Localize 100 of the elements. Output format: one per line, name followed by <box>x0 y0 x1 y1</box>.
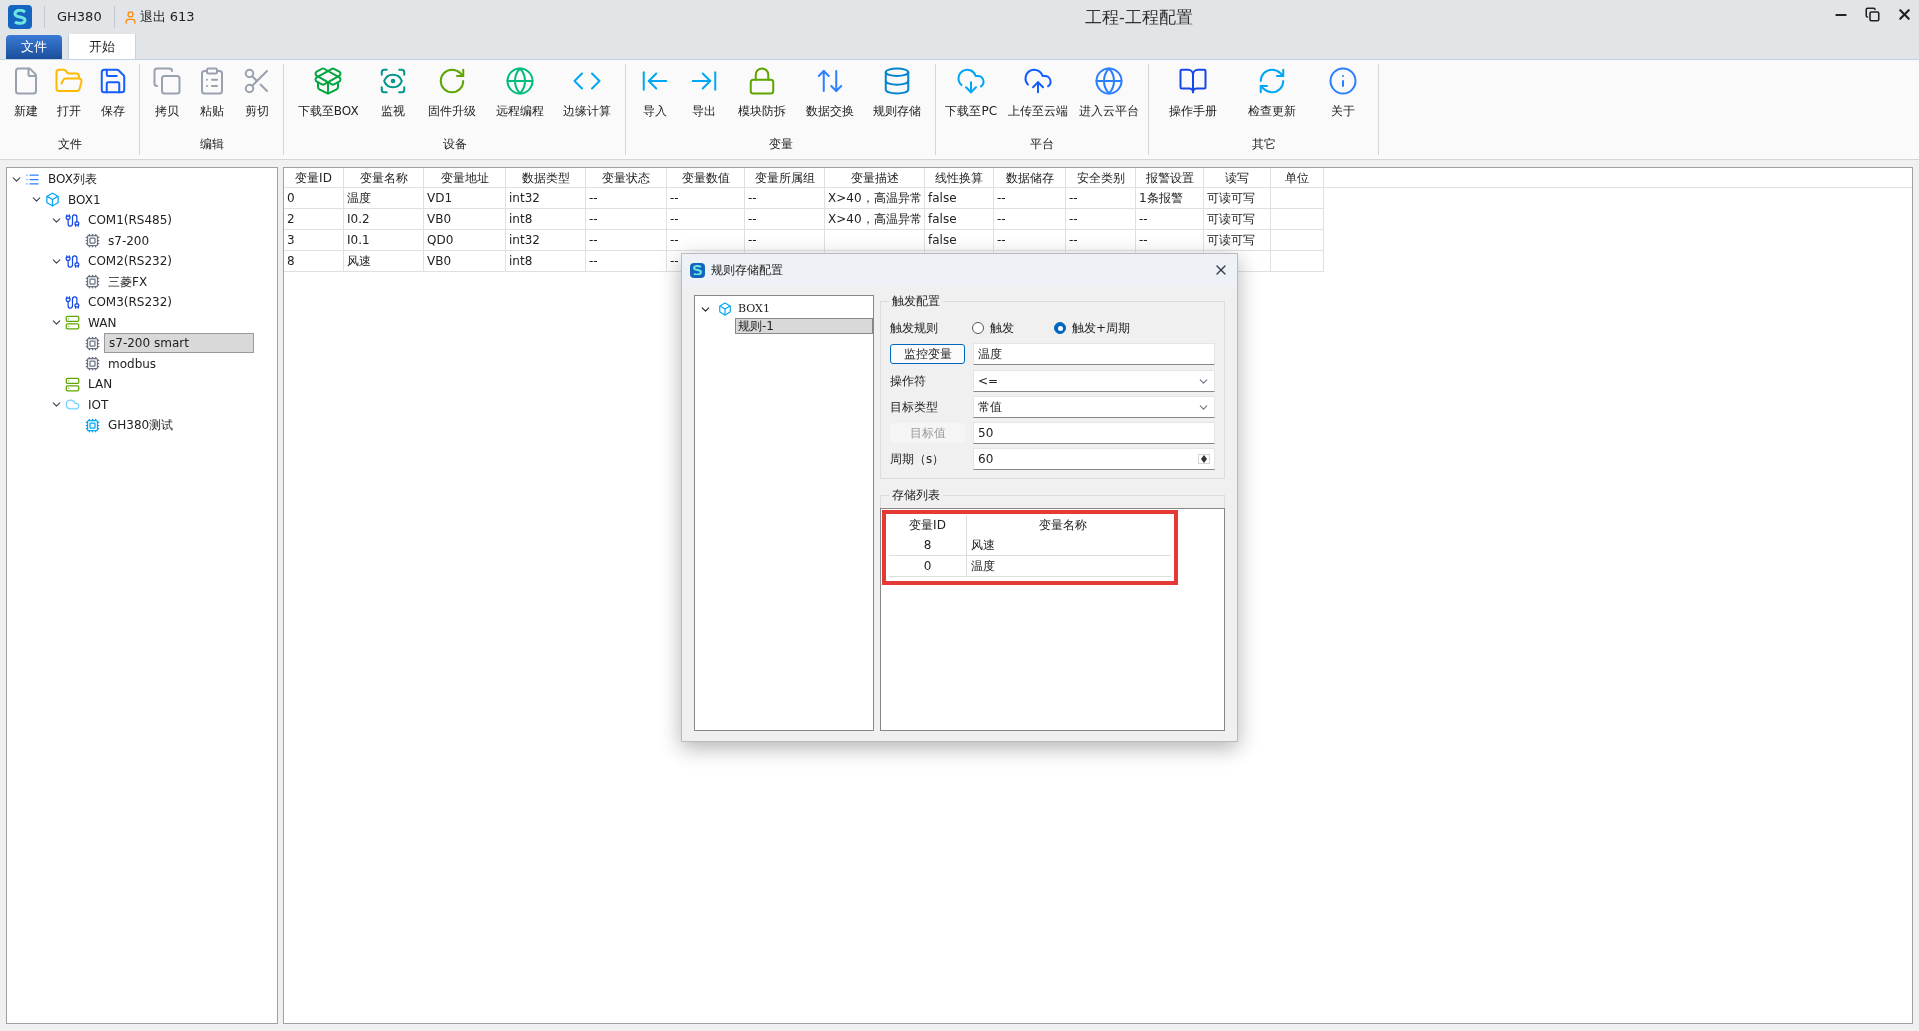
restore-icon[interactable] <box>1865 7 1880 22</box>
ribbon-button[interactable]: 粘贴 <box>194 64 229 135</box>
ribbon-button[interactable]: 上传至云端 <box>1005 64 1070 135</box>
ribbon-button[interactable]: 下载至PC <box>943 64 999 135</box>
tree-item[interactable]: 规则-1 <box>735 318 873 334</box>
table-cell: I0.1 <box>347 233 370 247</box>
field-label: 周期（s） <box>890 451 946 468</box>
column-header[interactable]: 单位 <box>1271 168 1324 187</box>
operator-dropdown[interactable]: <= <box>973 370 1215 392</box>
cloud-icon <box>65 397 80 413</box>
ribbon-button[interactable]: 保存 <box>96 64 131 135</box>
table-cell: -- <box>1139 233 1148 247</box>
table-cell: 温度 <box>347 191 371 205</box>
ribbon-button[interactable]: 剪切 <box>239 64 274 135</box>
group-title: 触发配置 <box>889 293 943 309</box>
column-header[interactable]: 变量名称 <box>967 515 1159 535</box>
monitor-variable-button[interactable]: 监控变量 <box>890 344 965 364</box>
ribbon-button[interactable]: 固件升级 <box>425 64 478 135</box>
table-cell: 可读可写 <box>1207 212 1255 226</box>
column-header[interactable]: 数据储存 <box>994 168 1066 187</box>
ribbon-button[interactable]: 规则存储 <box>871 64 924 135</box>
tree-item[interactable]: GH380测试 <box>104 416 178 435</box>
field-label: 操作符 <box>890 373 927 390</box>
ribbon-tab[interactable]: 文件 <box>6 35 62 59</box>
table-cell: 风速 <box>971 538 995 552</box>
column-header[interactable]: 数据类型 <box>506 168 586 187</box>
table-cell: -- <box>748 191 757 205</box>
globe-icon <box>504 66 535 96</box>
tree-item[interactable]: IOT <box>84 395 113 414</box>
table-cell: 0 <box>287 191 295 205</box>
close-icon[interactable] <box>1896 6 1913 23</box>
column-header[interactable]: 报警设置 <box>1136 168 1204 187</box>
table-cell: -- <box>589 212 598 226</box>
radio-option[interactable]: 触发+周期 <box>1054 319 1131 337</box>
column-header[interactable]: 读写 <box>1204 168 1271 187</box>
monitor-variable-field[interactable]: 温度 <box>973 343 1215 365</box>
table-cell: VD1 <box>427 191 453 205</box>
ribbon-button[interactable]: 模块防拆 <box>736 64 789 135</box>
tree-item[interactable]: BOX1 <box>738 300 770 318</box>
period-spinbox[interactable]: 60 <box>973 448 1215 470</box>
group-label: 设备 <box>441 136 468 153</box>
column-header[interactable]: 变量ID <box>889 515 967 535</box>
group-label: 其它 <box>1250 136 1277 153</box>
group-label: 文件 <box>56 136 83 153</box>
ribbon-button[interactable]: 监视 <box>376 64 411 135</box>
table-cell: -- <box>670 212 679 226</box>
table-cell: QD0 <box>427 233 454 247</box>
group-label: 平台 <box>1029 136 1055 153</box>
radio-option[interactable]: 触发 <box>972 319 1054 337</box>
tree-item[interactable]: BOX1 <box>64 190 105 209</box>
field-label: 触发规则 <box>890 320 939 337</box>
ribbon-button[interactable]: 边缘计算 <box>561 64 614 135</box>
tree-item[interactable]: modbus <box>104 354 161 373</box>
column-header[interactable]: 变量数值 <box>667 168 745 187</box>
column-header[interactable]: 安全类别 <box>1066 168 1136 187</box>
device-icon <box>85 274 100 290</box>
tree-item[interactable]: COM2(RS232) <box>84 252 177 271</box>
ribbon-button[interactable]: 导入 <box>637 64 672 135</box>
column-header[interactable]: 变量描述 <box>825 168 925 187</box>
column-header[interactable]: 变量所属组 <box>745 168 825 187</box>
tree-item[interactable]: s7-200 smart <box>104 333 254 354</box>
ribbon-button[interactable]: 操作手册 <box>1166 64 1219 135</box>
column-header[interactable]: 变量状态 <box>586 168 667 187</box>
table-cell: X>40，高温异常 <box>828 212 922 226</box>
table-cell: 3 <box>287 233 295 247</box>
ribbon-button[interactable]: 下载至BOX <box>295 64 361 135</box>
ribbon-button[interactable]: 拷贝 <box>149 64 184 135</box>
ribbon-button[interactable]: 打开 <box>52 64 87 135</box>
table-cell: -- <box>670 233 679 247</box>
table-cell: 温度 <box>971 559 995 573</box>
logout-link[interactable]: 退出 613 <box>139 7 195 27</box>
field-label: 目标类型 <box>890 399 939 416</box>
copy-icon <box>151 66 182 96</box>
tree-item[interactable]: s7-200 <box>104 231 154 250</box>
target-type-dropdown[interactable]: 常值 <box>973 396 1215 418</box>
column-header[interactable]: 线性换算 <box>925 168 994 187</box>
table-cell: -- <box>1139 212 1148 226</box>
column-header[interactable]: 变量名称 <box>344 168 424 187</box>
tree-item[interactable]: COM1(RS485) <box>84 211 177 230</box>
device-icon <box>85 233 100 249</box>
ribbon-tab[interactable]: 开始 <box>68 33 136 59</box>
tree-item[interactable]: COM3(RS232) <box>84 293 177 312</box>
tree-item[interactable]: WAN <box>84 313 121 332</box>
ribbon-button[interactable]: 远程编程 <box>493 64 546 135</box>
tree-item[interactable]: BOX列表 <box>44 170 101 189</box>
dialog-title: 规则存储配置 <box>711 262 783 279</box>
ribbon-button[interactable]: 数据交换 <box>803 64 856 135</box>
tree-item[interactable]: LAN <box>84 375 117 394</box>
spinner-icon[interactable] <box>1198 454 1210 464</box>
radio-button[interactable] <box>1054 322 1066 334</box>
tree-item[interactable]: 三菱FX <box>104 272 152 291</box>
ribbon-button[interactable]: 进入云平台 <box>1076 64 1141 135</box>
column-header[interactable]: 变量ID <box>284 168 344 187</box>
table-cell: int32 <box>509 191 540 205</box>
ribbon-button[interactable]: 关于 <box>1326 64 1361 135</box>
radio-button[interactable] <box>972 322 984 334</box>
column-header[interactable]: 变量地址 <box>424 168 506 187</box>
ribbon-button[interactable]: 新建 <box>8 64 43 135</box>
ribbon-button[interactable]: 检查更新 <box>1246 64 1299 135</box>
ribbon-button[interactable]: 导出 <box>687 64 722 135</box>
